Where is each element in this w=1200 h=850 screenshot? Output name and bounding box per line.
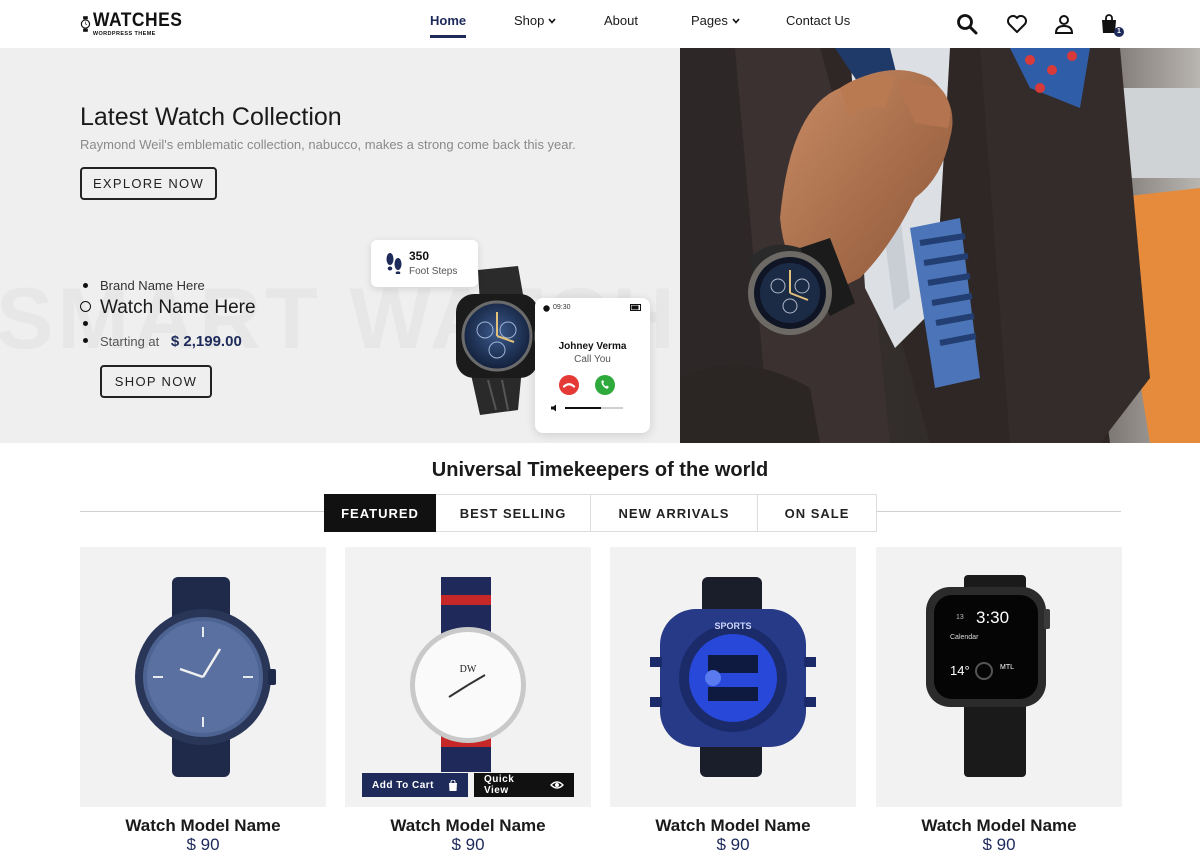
product-price: $ 90 [716,835,750,850]
nav-about-label: About [604,13,638,28]
smartwatch-image: 13 3:30 Calendar 14° MTL [926,575,1050,777]
battery-icon [630,304,641,311]
hero-lifestyle-photo [680,48,1200,443]
product-image[interactable] [80,547,326,807]
explore-now-button[interactable]: EXPLORE NOW [80,167,217,200]
bag-icon [449,779,457,791]
chevron-down-icon [732,17,740,24]
nav-home[interactable]: Home [430,13,467,38]
nav-shop[interactable]: Shop [514,13,556,28]
tab-new-arrivals[interactable]: NEW ARRIVALS [591,494,758,532]
logo-subtitle: WORDPRESS THEME [92,30,156,37]
volume-slider[interactable] [551,404,623,412]
product-image[interactable]: DW [345,547,591,807]
logo-title: WATCHES [92,9,183,31]
nav-about[interactable]: About [604,13,638,28]
hero-subtitle: Raymond Weil's emblematic collection, na… [80,137,576,152]
logo[interactable]: WATCHES WORDPRESS THEME [80,2,190,46]
svg-text:13: 13 [956,614,964,621]
product-price: $ 90 [982,835,1016,850]
nav-contact[interactable]: Contact Us [786,13,850,28]
man-wearing-watch-image [680,48,1200,443]
watch-image: SPORTS [650,577,816,777]
slide-price-line: Starting at $ 2,199.00 [100,333,242,350]
product-name[interactable]: Watch Model Name [80,816,326,836]
product-card[interactable]: 13 3:30 Calendar 14° MTL Watch Model Nam… [876,547,1122,850]
quick-view-button[interactable]: Quick View [474,773,574,797]
svg-text:14°: 14° [950,663,970,678]
product-image[interactable]: 13 3:30 Calendar 14° MTL [876,547,1122,807]
section-title: Universal Timekeepers of the world [431,459,769,481]
nav-pages-label: Pages [691,13,728,28]
quick-view-label: Quick View [484,774,515,796]
decline-call-icon[interactable] [559,375,579,395]
slide-price: $ 2,199.00 [170,333,242,350]
product-image[interactable]: SPORTS [610,547,856,807]
nav-home-label: Home [430,13,467,28]
header-icons: 1 [955,12,1125,37]
heart-icon[interactable] [1005,12,1029,36]
nav-pages[interactable]: Pages [691,13,740,28]
add-to-cart-label: Add To Cart [372,779,434,791]
nav-shop-label: Shop [514,13,545,28]
product-card[interactable]: SPORTS Watch Model Name $ 90 [610,547,856,850]
site-header: WATCHES WORDPRESS THEME Home Shop About … [0,0,1200,48]
add-to-cart-button[interactable]: Add To Cart [362,773,468,797]
hero-title: Latest Watch Collection [80,103,342,131]
slider-dots [80,283,92,353]
accept-call-icon[interactable] [595,375,615,395]
shop-now-button[interactable]: SHOP NOW [100,365,212,398]
product-card[interactable]: DW Add To Cart Quick View Watch Model Na… [345,547,591,850]
chevron-down-icon [548,17,556,24]
slider-dot-active[interactable] [80,301,91,312]
nav-contact-label: Contact Us [786,13,851,28]
svg-text:DW: DW [460,664,477,675]
product-tabs: FEATURED BEST SELLING NEW ARRIVALS ON SA… [324,494,877,532]
product-price: $ 90 [451,835,485,850]
call-time: 09:30 [553,304,571,311]
active-underline [430,35,466,38]
svg-text:Calendar: Calendar [950,634,979,641]
steps-card: 350 Foot Steps [371,240,478,287]
watch-logo-icon [80,16,91,32]
product-price: $ 90 [186,835,220,850]
slider-dot[interactable] [83,283,88,288]
slide-brand-name: Brand Name Here [100,278,205,293]
tab-best-selling[interactable]: BEST SELLING [436,494,591,532]
product-hover-actions: Add To Cart Quick View [362,773,574,797]
starting-at-label: Starting at [100,334,160,349]
slider-dot[interactable] [83,321,88,326]
watch-image: DW [410,577,526,772]
call-status: Call You [574,354,611,365]
footsteps-icon [386,253,402,274]
clock-icon [543,305,550,312]
eye-icon [550,781,564,789]
svg-text:MTL: MTL [1000,664,1014,671]
watch-image [135,577,276,777]
caller-name: Johney Verma [558,341,627,352]
steps-count: 350 [409,249,430,263]
tab-featured[interactable]: FEATURED [324,494,436,532]
product-name[interactable]: Watch Model Name [876,816,1122,836]
svg-text:SPORTS: SPORTS [714,621,751,631]
svg-text:3:30: 3:30 [976,608,1009,627]
hero-banner: SMART WATCH Latest Watch Collection Raym… [0,48,680,443]
product-name[interactable]: Watch Model Name [610,816,856,836]
search-icon[interactable] [955,12,979,36]
slider-dot[interactable] [83,338,88,343]
product-name[interactable]: Watch Model Name [345,816,591,836]
user-icon[interactable] [1052,12,1076,36]
incoming-call-card: 09:30 Johney Verma Call You [535,298,650,433]
slide-watch-name: Watch Name Here [100,297,256,318]
steps-label: Foot Steps [409,266,458,277]
product-card[interactable]: Watch Model Name $ 90 [80,547,326,850]
cart-button[interactable]: 1 [1097,12,1124,37]
tab-on-sale[interactable]: ON SALE [758,494,877,532]
cart-count-badge: 1 [1114,27,1124,37]
